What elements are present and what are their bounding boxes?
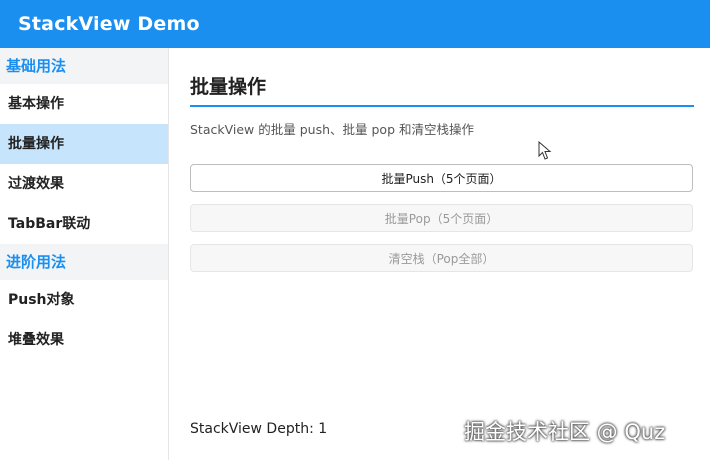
sidebar: 基础用法 基本操作 批量操作 过渡效果 TabBar联动 进阶用法 Push对象… <box>0 48 169 460</box>
sidebar-item-batch-ops[interactable]: 批量操作 <box>0 124 168 164</box>
mouse-cursor-icon <box>538 141 552 160</box>
batch-pop-button[interactable]: 批量Pop（5个页面） <box>190 204 693 232</box>
clear-stack-button[interactable]: 清空栈（Pop全部） <box>190 244 693 272</box>
watermark: 掘金技术社区 @ Quz <box>464 420 666 444</box>
stack-depth-label: StackView Depth: 1 <box>190 421 328 437</box>
batch-push-button[interactable]: 批量Push（5个页面） <box>190 164 693 192</box>
sidebar-group-basic: 基础用法 <box>0 48 168 84</box>
sidebar-item-tabbar[interactable]: TabBar联动 <box>0 204 168 244</box>
main-content: 批量操作 StackView 的批量 push、批量 pop 和清空栈操作 批量… <box>190 48 694 460</box>
sidebar-item-stack-effect[interactable]: 堆叠效果 <box>0 320 168 360</box>
sidebar-group-advanced: 进阶用法 <box>0 244 168 280</box>
page-title: 批量操作 <box>190 72 694 107</box>
action-buttons: 批量Push（5个页面） 批量Pop（5个页面） 清空栈（Pop全部） <box>190 164 694 272</box>
page-description: StackView 的批量 push、批量 pop 和清空栈操作 <box>190 122 474 137</box>
sidebar-item-transition[interactable]: 过渡效果 <box>0 164 168 204</box>
app-title: StackView Demo <box>18 13 200 35</box>
app-header: StackView Demo <box>0 0 710 48</box>
sidebar-item-push-object[interactable]: Push对象 <box>0 280 168 320</box>
sidebar-item-basic-ops[interactable]: 基本操作 <box>0 84 168 124</box>
